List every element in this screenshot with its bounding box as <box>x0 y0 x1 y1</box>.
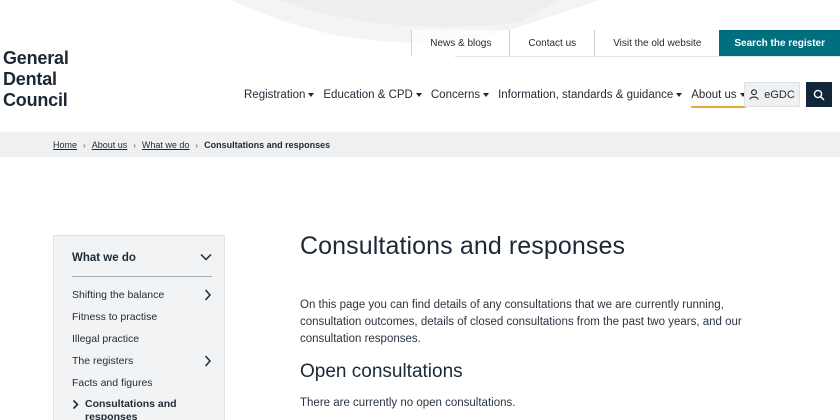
user-icon <box>749 89 759 100</box>
sidebar-item-label: Fitness to practise <box>72 311 158 323</box>
gdc-logo[interactable]: General Dental Council <box>3 48 69 111</box>
chevron-right-icon[interactable] <box>204 288 212 302</box>
sidebar-item-label: Consultations and responses <box>85 398 177 420</box>
sidebar-item-label: Illegal practice <box>72 333 140 345</box>
nav-about-us[interactable]: About us <box>691 86 747 108</box>
sidebar-item-facts-and-figures[interactable]: Facts and figures <box>72 376 212 390</box>
sidebar-item-label: Shifting the balance <box>72 289 165 301</box>
egdc-login-button[interactable]: eGDC <box>744 82 800 107</box>
sidebar-item-label: Facts and figures <box>72 377 153 389</box>
header-background-decoration <box>230 0 600 43</box>
nav-info-standards[interactable]: Information, standards & guidance <box>498 86 683 104</box>
visit-old-website-link[interactable]: Visit the old website <box>594 30 720 56</box>
utility-nav: News & blogs Contact us Visit the old we… <box>411 30 840 56</box>
logo-line-1: General <box>3 48 69 68</box>
sidebar-item-the-registers[interactable]: The registers <box>72 354 212 368</box>
logo-line-2: Dental <box>3 69 57 89</box>
sidebar-item-consultations-current[interactable]: Consultations and responses <box>72 398 212 420</box>
news-blogs-link[interactable]: News & blogs <box>411 30 510 56</box>
page-title: Consultations and responses <box>300 232 626 260</box>
egdc-label: eGDC <box>764 88 795 101</box>
sidebar-item-illegal-practice[interactable]: Illegal practice <box>72 332 212 346</box>
logo-line-3: Council <box>3 90 68 110</box>
caret-down-icon <box>483 93 490 97</box>
sidebar-heading[interactable]: What we do <box>72 252 136 264</box>
nav-registration-label: Registration <box>244 89 306 101</box>
sidebar-item-fitness-to-practise[interactable]: Fitness to practise <box>72 310 212 324</box>
caret-down-icon <box>415 93 422 97</box>
breadcrumb-current: Consultations and responses <box>204 140 331 150</box>
caret-down-icon <box>676 93 683 97</box>
nav-info-label: Information, standards & guidance <box>498 89 674 101</box>
utility-divider <box>455 56 840 57</box>
search-register-button[interactable]: Search the register <box>719 30 840 56</box>
no-open-consultations-text: There are currently no open consultation… <box>300 397 516 409</box>
intro-paragraph: On this page you can find details of any… <box>300 299 742 345</box>
nav-about-label: About us <box>691 89 737 101</box>
search-icon <box>813 89 825 101</box>
breadcrumb: Home › About us › What we do › Consultat… <box>53 140 330 150</box>
breadcrumb-what-we-do[interactable]: What we do <box>142 140 190 150</box>
sidebar-divider <box>72 276 212 277</box>
open-consultations-heading: Open consultations <box>300 361 463 382</box>
breadcrumb-separator-icon: › <box>83 140 86 150</box>
contact-us-link[interactable]: Contact us <box>509 30 595 56</box>
breadcrumb-separator-icon: › <box>195 140 199 150</box>
search-button[interactable] <box>806 82 832 107</box>
nav-concerns[interactable]: Concerns <box>430 86 490 104</box>
chevron-down-icon[interactable] <box>200 253 212 261</box>
chevron-right-icon[interactable] <box>204 354 212 368</box>
breadcrumb-separator-icon: › <box>133 140 136 150</box>
section-sidebar: What we do Shifting the balance Fitness … <box>53 235 225 420</box>
nav-registration[interactable]: Registration <box>244 86 315 104</box>
sidebar-item-shifting-the-balance[interactable]: Shifting the balance <box>72 288 212 302</box>
nav-concerns-label: Concerns <box>430 89 481 101</box>
breadcrumb-home[interactable]: Home <box>53 140 77 150</box>
breadcrumb-about-us[interactable]: About us <box>92 140 128 150</box>
nav-education[interactable]: Education & CPD <box>323 86 422 104</box>
nav-education-label: Education & CPD <box>323 89 413 101</box>
chevron-right-icon <box>72 399 79 410</box>
main-nav: Registration Education & CPD Concerns In… <box>244 86 755 108</box>
caret-down-icon <box>308 93 315 97</box>
breadcrumb-bar: Home › About us › What we do › Consultat… <box>0 132 840 157</box>
sidebar-item-label: The registers <box>72 355 134 367</box>
